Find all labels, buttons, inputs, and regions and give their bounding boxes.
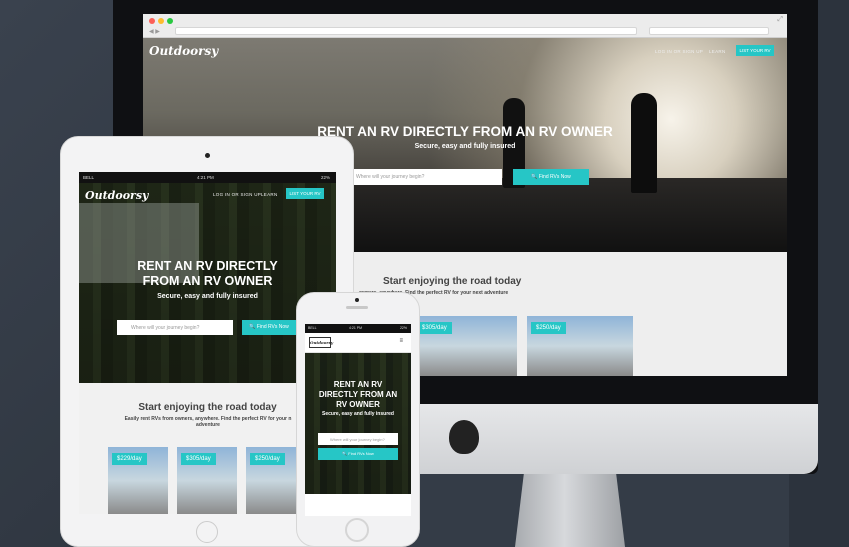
carrier: BELL	[308, 326, 317, 330]
section-subtitle: Easily rent RVs from owners, anywhere. F…	[103, 416, 313, 428]
hero: RENT AN RV DIRECTLY FROM AN RV OWNER Sec…	[305, 353, 411, 494]
home-button[interactable]	[196, 521, 218, 543]
section-title: Start enjoying the road today	[383, 276, 522, 287]
search-input[interactable]: Where will your journey begin?	[318, 433, 398, 445]
menu-icon[interactable]: ≡	[399, 338, 403, 344]
speaker-icon	[346, 306, 368, 309]
status-bar: BELL 4:21 PM 22%	[305, 324, 411, 333]
find-rvs-button[interactable]: 🔍 Find RVs Now	[242, 320, 296, 335]
hero-subtitle: Secure, easy and fully insured	[322, 411, 394, 417]
button-label: Find RVs Now	[348, 451, 374, 456]
browser-search-input[interactable]	[649, 27, 769, 35]
learn-link[interactable]: LEARN	[261, 192, 278, 197]
title-line: RENT AN RV	[333, 380, 383, 389]
minimize-dot-icon[interactable]	[158, 18, 164, 24]
battery: 22%	[399, 326, 407, 330]
rv-card[interactable]: $229/day	[108, 447, 168, 514]
list-your-rv-button[interactable]: LIST YOUR RV	[286, 188, 324, 199]
camera-icon	[355, 298, 359, 302]
apple-logo-icon	[449, 420, 479, 454]
address-bar[interactable]	[175, 27, 637, 35]
fullscreen-icon[interactable]: ⤢	[777, 16, 783, 24]
list-your-rv-button[interactable]: LIST YOUR RV	[736, 45, 774, 56]
maximize-dot-icon[interactable]	[167, 18, 173, 24]
price-badge: $250/day	[250, 453, 285, 465]
mobile-site: BELL 4:21 PM 22% Outdoorsy ≡ RENT AN RV …	[305, 324, 411, 516]
browser-toolbar: ◀ ▶ ⤢	[143, 14, 787, 38]
find-rvs-button[interactable]: 🔍 Find RVs Now	[318, 448, 398, 460]
button-label: Find RVs Now	[256, 324, 289, 330]
login-link[interactable]: LOG IN OR SIGN UP	[655, 49, 703, 54]
logo[interactable]: Outdoorsy	[149, 44, 218, 58]
home-button[interactable]	[345, 518, 369, 542]
logo[interactable]: Outdoorsy	[85, 189, 148, 202]
rv-card[interactable]: $305/day	[177, 447, 237, 514]
search-input[interactable]: Where will your journey begin?	[352, 169, 502, 185]
back-forward-icon[interactable]: ◀ ▶	[149, 28, 160, 35]
imac-stand	[515, 474, 625, 547]
price-badge: $250/day	[531, 322, 566, 334]
price-badge: $305/day	[417, 322, 452, 334]
button-label: Find RVs Now	[538, 174, 571, 180]
hero-title: RENT AN RV DIRECTLY FROM AN RV OWNER	[305, 380, 411, 410]
hero-subtitle: Secure, easy and fully insured	[157, 293, 258, 300]
status-bar: BELL 4:21 PM 22%	[79, 172, 336, 183]
camera-icon	[205, 153, 210, 158]
login-link[interactable]: LOG IN OR SIGN UP	[213, 192, 261, 197]
hero-title: RENT AN RV DIRECTLY FROM AN RV OWNER	[79, 259, 336, 289]
carrier: BELL	[83, 175, 95, 180]
title-line: DIRECTLY FROM AN	[318, 390, 398, 399]
title-line: FROM AN RV OWNER	[142, 274, 273, 288]
rv-silhouette	[323, 178, 787, 252]
mobile-header: Outdoorsy ≡	[305, 333, 411, 353]
price-badge: $229/day	[112, 453, 147, 465]
rv-card[interactable]: $305/day	[413, 316, 517, 376]
title-line: RV OWNER	[336, 400, 380, 409]
learn-link[interactable]: LEARN	[709, 49, 726, 54]
title-line: RENT AN RV DIRECTLY	[137, 259, 278, 273]
search-input[interactable]: Where will your journey begin?	[117, 320, 233, 335]
listing-section	[305, 494, 411, 516]
close-dot-icon[interactable]	[149, 18, 155, 24]
logo[interactable]: Outdoorsy	[309, 337, 333, 348]
rv-card[interactable]: $250/day	[527, 316, 633, 376]
price-badge: $305/day	[181, 453, 216, 465]
clock: 4:21 PM	[349, 326, 363, 330]
subtitle-line: adventure	[196, 422, 220, 428]
battery: 22%	[320, 175, 330, 180]
clock: 4:21 PM	[197, 175, 214, 180]
find-rvs-button[interactable]: 🔍 Find RVs Now	[513, 169, 589, 185]
